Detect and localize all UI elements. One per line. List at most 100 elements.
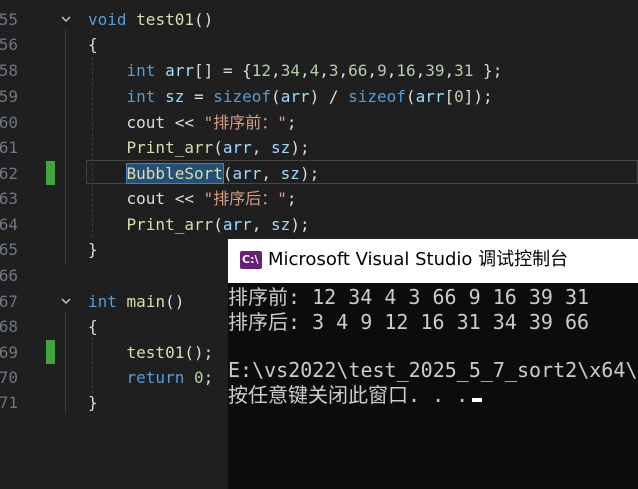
- chevron-down-icon[interactable]: [60, 295, 72, 307]
- code-line[interactable]: 60 cout << "排序前：";: [0, 110, 638, 135]
- console-app-icon-label: C:\: [242, 253, 259, 266]
- code-token: 12: [251, 61, 272, 80]
- code-token: cout <<: [88, 189, 204, 208]
- code-text[interactable]: {: [88, 314, 98, 339]
- code-text[interactable]: {: [88, 32, 98, 57]
- code-token: 3: [328, 61, 339, 80]
- code-token: {: [88, 317, 98, 336]
- code-token: };: [473, 61, 503, 80]
- code-token: arr: [222, 215, 252, 234]
- code-token: test01: [136, 10, 194, 29]
- line-number: 67: [0, 292, 18, 311]
- code-token: (: [213, 138, 223, 157]
- debug-console-window[interactable]: C:\ Microsoft Visual Studio 调试控制台 排序前: 1…: [228, 239, 638, 489]
- code-text[interactable]: Print_arr(arr, sz);: [88, 135, 310, 160]
- code-token: }: [88, 240, 98, 259]
- code-token: Print_arr: [126, 138, 214, 157]
- code-token: 16: [396, 61, 416, 80]
- code-token: 66: [348, 61, 368, 80]
- code-token: arr: [232, 164, 262, 183]
- console-title: Microsoft Visual Studio 调试控制台: [268, 249, 569, 270]
- code-token: arr: [222, 138, 252, 157]
- code-line[interactable]: 56 {: [0, 32, 638, 57]
- code-token: ;: [203, 368, 214, 387]
- code-token: sizeof: [213, 87, 272, 106]
- code-token: cout <<: [88, 113, 204, 132]
- code-token: ,: [367, 61, 378, 80]
- code-text[interactable]: test01();: [88, 340, 214, 365]
- code-line[interactable]: 63 cout << "排序后：";: [0, 186, 638, 211]
- console-titlebar[interactable]: C:\ Microsoft Visual Studio 调试控制台: [228, 239, 638, 283]
- code-token: ,: [271, 61, 281, 80]
- code-text[interactable]: cout << "排序后：";: [88, 186, 297, 211]
- code-token: "排序前：": [203, 113, 287, 132]
- code-token: int: [126, 87, 156, 106]
- code-token: sz: [271, 215, 291, 234]
- line-number: 61: [0, 138, 18, 157]
- change-marker: [46, 340, 55, 364]
- code-token: ,: [251, 138, 272, 157]
- code-token: sz: [271, 138, 291, 157]
- code-token: ]);: [463, 87, 493, 106]
- code-token: 4: [309, 61, 320, 80]
- code-line[interactable]: 59 int sz = sizeof(arr) / sizeof(arr[0])…: [0, 84, 638, 109]
- code-token: ;: [286, 189, 297, 208]
- code-token: ,: [338, 61, 349, 80]
- line-number: 58: [0, 61, 18, 80]
- code-token: arr: [165, 61, 194, 80]
- code-token: (: [405, 87, 416, 106]
- code-line[interactable]: 55 void test01(): [0, 7, 638, 32]
- code-token: sz: [165, 87, 185, 106]
- code-token: return: [126, 368, 185, 387]
- code-line[interactable]: 62 BubbleSort(arr, sz);: [0, 161, 638, 186]
- code-token: 39: [425, 61, 445, 80]
- code-token: 31: [454, 61, 474, 80]
- line-number: 70: [0, 368, 18, 387]
- code-text[interactable]: }: [88, 237, 98, 262]
- code-token: ;: [286, 113, 297, 132]
- code-text[interactable]: return 0;: [88, 365, 214, 390]
- code-text[interactable]: Print_arr(arr, sz);: [88, 212, 310, 237]
- code-text[interactable]: void test01(): [88, 7, 213, 32]
- code-text[interactable]: cout << "排序前：";: [88, 110, 297, 135]
- code-token: 34: [280, 61, 300, 80]
- line-number: 60: [0, 113, 18, 132]
- line-number: 59: [0, 87, 18, 106]
- code-token: }: [88, 393, 98, 412]
- code-token: int: [126, 61, 156, 80]
- code-text[interactable]: int main(): [88, 289, 184, 314]
- code-token: 0: [193, 368, 204, 387]
- code-token: (: [213, 215, 223, 234]
- line-number: 62: [0, 164, 18, 183]
- code-token: sz: [280, 164, 300, 183]
- code-text[interactable]: BubbleSort(arr, sz);: [88, 161, 319, 186]
- code-token: ,: [415, 61, 426, 80]
- code-line[interactable]: 58 int arr[] = {12,34,4,3,66,9,16,39,31 …: [0, 58, 638, 83]
- code-text[interactable]: }: [88, 390, 98, 415]
- chevron-down-icon[interactable]: [60, 13, 72, 25]
- code-token: ,: [386, 61, 397, 80]
- code-line[interactable]: 64 Print_arr(arr, sz);: [0, 212, 638, 237]
- code-text[interactable]: int arr[] = {12,34,4,3,66,9,16,39,31 };: [88, 58, 503, 83]
- code-token: ();: [184, 343, 214, 362]
- code-token: ,: [444, 61, 455, 80]
- code-token: );: [299, 164, 320, 183]
- code-token: test01: [126, 343, 185, 362]
- code-line[interactable]: 61 Print_arr(arr, sz);: [0, 135, 638, 160]
- code-token: void: [88, 10, 127, 29]
- change-marker: [46, 161, 55, 185]
- line-number: 55: [0, 10, 18, 29]
- line-number: 69: [0, 343, 18, 362]
- code-text[interactable]: int sz = sizeof(arr) / sizeof(arr[0]);: [88, 84, 493, 109]
- console-app-icon: C:\: [240, 251, 262, 269]
- code-token: ,: [251, 215, 272, 234]
- code-token: 9: [377, 61, 387, 80]
